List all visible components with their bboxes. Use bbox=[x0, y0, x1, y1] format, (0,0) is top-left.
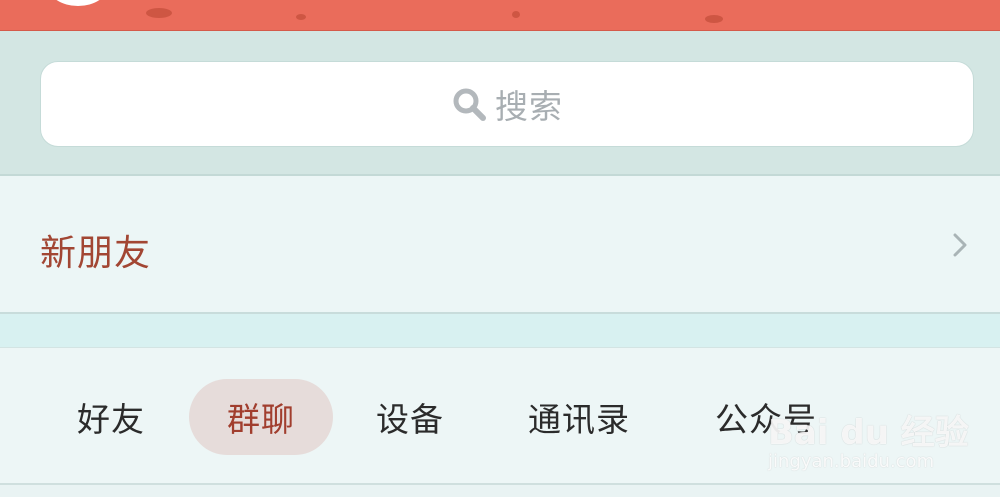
search-icon bbox=[451, 86, 487, 122]
section-divider bbox=[0, 314, 1000, 347]
tab-friends[interactable]: 好友 bbox=[56, 379, 166, 455]
tab-devices[interactable]: 设备 bbox=[355, 379, 465, 455]
tab-group-chats[interactable]: 群聊 bbox=[189, 379, 333, 455]
new-friends-row[interactable]: 新朋友 bbox=[0, 176, 1000, 314]
decorative-spot bbox=[512, 11, 520, 18]
top-header-bar bbox=[0, 0, 1000, 31]
decorative-spot bbox=[296, 14, 306, 20]
chevron-right-icon bbox=[950, 231, 970, 259]
decorative-spot bbox=[705, 15, 723, 23]
search-area: 搜索 bbox=[0, 31, 1000, 176]
contact-tabs: 好友 群聊 设备 通讯录 公众号 bbox=[0, 347, 1000, 485]
new-friends-label: 新朋友 bbox=[40, 233, 152, 274]
avatar[interactable] bbox=[48, 0, 108, 6]
search-placeholder: 搜索 bbox=[495, 87, 563, 126]
tab-official-accounts[interactable]: 公众号 bbox=[692, 379, 840, 455]
search-input[interactable]: 搜索 bbox=[40, 61, 974, 147]
decorative-spot bbox=[146, 8, 172, 18]
tab-contacts[interactable]: 通讯录 bbox=[505, 379, 653, 455]
